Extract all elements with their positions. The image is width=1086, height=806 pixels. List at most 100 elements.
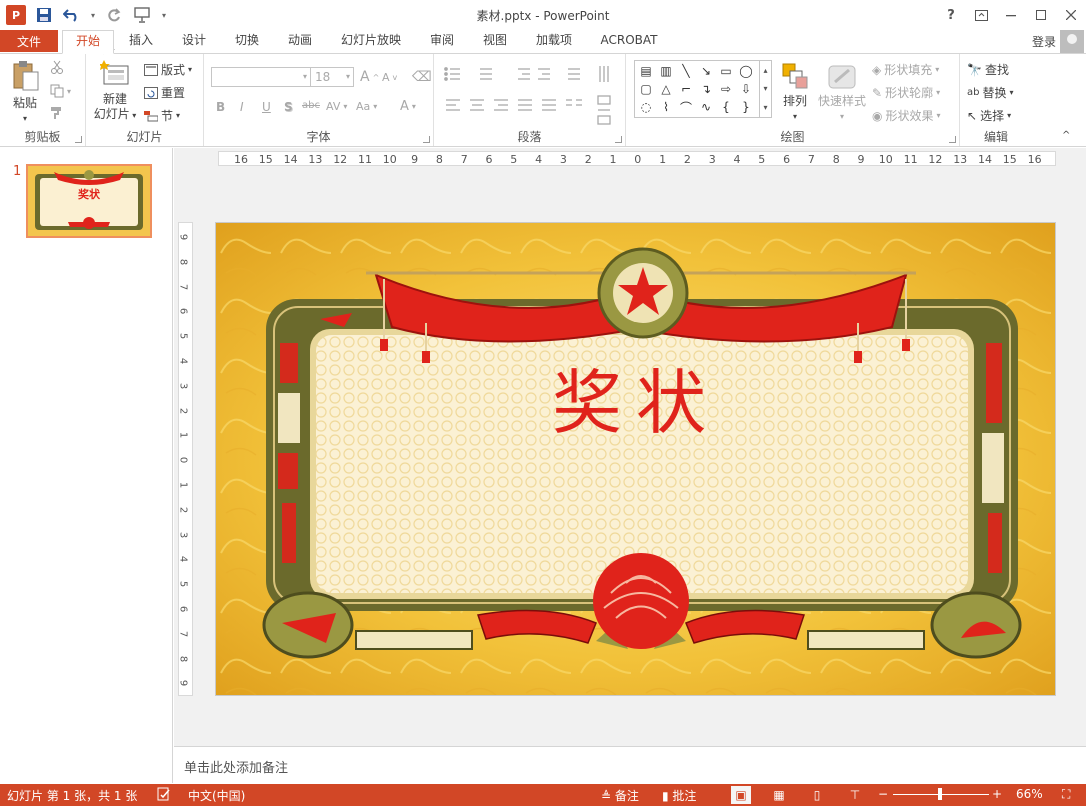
line-icon[interactable]: ╲ [676, 62, 696, 80]
notes-toggle[interactable]: ≜ 备注 [601, 787, 639, 804]
bold-button[interactable]: B [216, 100, 225, 114]
shape-outline-label: 形状轮廓 [885, 86, 934, 100]
fit-slide-icon[interactable]: ⛶ [1062, 787, 1070, 802]
shape-fill-button[interactable]: ◈ 形状填充 ▾ [872, 61, 939, 78]
reading-view-icon[interactable]: ▯ [807, 786, 827, 804]
layout-button[interactable]: 版式 ▾ [144, 61, 192, 78]
slide-title[interactable]: 奖状 [516, 363, 756, 443]
clipboard-launcher-icon[interactable] [75, 136, 82, 143]
tab-design[interactable]: 设计 [173, 30, 215, 52]
rectangle-icon[interactable]: ▭ [716, 62, 736, 80]
ruler-tick-label: 4 [178, 357, 189, 365]
grow-font-button[interactable]: A ^ [360, 69, 379, 85]
cut-icon[interactable] [50, 60, 64, 74]
spell-check-icon[interactable] [157, 787, 171, 804]
vertical-text-box-icon[interactable]: ▥ [656, 62, 676, 80]
tab-file[interactable]: 文件 [0, 30, 58, 52]
notes-placeholder[interactable]: 单击此处添加备注 [184, 757, 288, 776]
paragraph-launcher-icon[interactable] [615, 136, 622, 143]
quick-styles-button[interactable]: 快速样式 ▾ [816, 62, 868, 124]
font-color-button[interactable]: A ▾ [400, 99, 416, 114]
tab-insert[interactable]: 插入 [120, 30, 162, 52]
slide-thumbnail[interactable]: 奖状 [26, 164, 152, 238]
tab-animations[interactable]: 动画 [279, 30, 321, 52]
zoom-in-button[interactable]: + [992, 787, 1002, 801]
right-arrow-icon[interactable]: ⇨ [716, 80, 736, 98]
maximize-icon[interactable] [1026, 0, 1056, 30]
right-brace-icon[interactable]: } [736, 98, 756, 116]
quick-styles-icon [828, 65, 856, 89]
section-button[interactable]: 节 ▾ [144, 107, 180, 124]
freeform-icon[interactable]: ◌ [636, 98, 656, 116]
normal-view-icon[interactable]: ▣ [731, 786, 751, 804]
underline-button[interactable]: U [262, 100, 271, 114]
select-button[interactable]: ↖ 选择 ▾ [967, 107, 1011, 124]
zoom-slider-thumb[interactable] [938, 788, 942, 800]
oval-icon[interactable]: ◯ [736, 62, 756, 80]
reset-button[interactable]: 重置 [144, 84, 185, 101]
elbow-connector-icon[interactable]: ⌐ [676, 80, 696, 98]
tab-review[interactable]: 审阅 [421, 30, 463, 52]
wave-icon[interactable]: ∿ [696, 98, 716, 116]
slide-sorter-view-icon[interactable]: ▦ [769, 786, 789, 804]
zoom-level[interactable]: 66% [1016, 787, 1043, 801]
change-case-button[interactable]: Aa ▾ [356, 100, 377, 113]
font-launcher-icon[interactable] [423, 136, 430, 143]
paragraph-icons[interactable] [438, 62, 628, 132]
format-painter-icon[interactable] [50, 106, 64, 120]
new-slide-button[interactable]: 新建 幻灯片 ▾ [90, 60, 140, 123]
left-brace-icon[interactable]: { [716, 98, 736, 116]
tab-home[interactable]: 开始 [62, 30, 114, 54]
avatar[interactable] [1060, 30, 1084, 54]
find-button[interactable]: 🔭 查找 [967, 61, 1009, 78]
char-spacing-button[interactable]: AV ▾ [326, 100, 347, 113]
shape-effects-button[interactable]: ◉ 形状效果 ▾ [872, 107, 941, 124]
shapes-gallery[interactable]: ▤ ▥ ╲ ↘ ▭ ◯ ▢ △ ⌐ ↴ ⇨ ⇩ ◌ ⌇ ⌒ ∿{} [634, 60, 760, 118]
italic-button[interactable]: I [240, 100, 244, 114]
paste-button[interactable]: 粘贴 ▾ [6, 60, 44, 126]
tab-slideshow[interactable]: 幻灯片放映 [334, 30, 408, 52]
ribbon-display-options-icon[interactable] [966, 0, 996, 30]
slide-canvas[interactable]: 奖状 [215, 222, 1056, 696]
clear-format-icon[interactable]: ⌫ [412, 69, 432, 85]
horizontal-ruler[interactable]: 16 15 14 13 12 11 10 9 8 7 6 5 4 3 2 1 0 1 2 3 4 5 6 7 8 9 10 11 12 1… [218, 151, 1056, 166]
tab-acrobat[interactable]: ACROBAT [594, 30, 664, 52]
copy-icon[interactable]: ▾ [50, 84, 71, 98]
replace-button[interactable]: ab 替换 ▾ [967, 84, 1014, 101]
font-name-combo[interactable]: ▾ [211, 67, 311, 87]
ruler-tick-label: 13 [308, 153, 323, 166]
font-size-combo[interactable]: 18 ▾ [310, 67, 354, 87]
help-button[interactable]: ? [936, 0, 966, 30]
down-arrow-icon[interactable]: ⇩ [736, 80, 756, 98]
tab-addins[interactable]: 加载项 [527, 30, 581, 52]
tab-view[interactable]: 视图 [474, 30, 516, 52]
arrow-line-icon[interactable]: ↘ [696, 62, 716, 80]
language-indicator[interactable]: 中文(中国) [188, 787, 245, 804]
drawing-launcher-icon[interactable] [949, 136, 956, 143]
comments-toggle[interactable]: ▮ 批注 [662, 787, 696, 804]
scribble-icon[interactable]: ⌇ [656, 98, 676, 116]
curve-icon[interactable]: ⌒ [676, 98, 696, 116]
text-box-icon[interactable]: ▤ [636, 62, 656, 80]
notes-pane[interactable]: 单击此处添加备注 [174, 746, 1086, 784]
shape-outline-button[interactable]: ✎ 形状轮廓 ▾ [872, 84, 940, 101]
editing-group-label: 编辑 [983, 130, 1008, 144]
tab-transitions[interactable]: 切换 [226, 30, 268, 52]
slide-thumbnail-panel[interactable]: 1 奖状 [0, 148, 173, 783]
minimize-icon[interactable] [996, 0, 1026, 30]
shrink-font-button[interactable]: Av [382, 71, 397, 84]
close-icon[interactable] [1056, 0, 1086, 30]
collapse-ribbon-icon[interactable]: ^ [1062, 130, 1070, 141]
rounded-rect-icon[interactable]: ▢ [636, 80, 656, 98]
zoom-out-button[interactable]: − [878, 787, 888, 801]
shapes-gallery-scroll[interactable]: ▴ ▾ ▾ [760, 60, 772, 118]
login-link[interactable]: 登录 [1032, 33, 1056, 50]
strikethrough-button[interactable]: abc [302, 100, 320, 111]
ruler-tick-label: 3 [178, 531, 189, 538]
triangle-icon[interactable]: △ [656, 80, 676, 98]
elbow-arrow-icon[interactable]: ↴ [696, 80, 716, 98]
slideshow-view-icon[interactable]: ⊤ [845, 786, 865, 804]
vertical-ruler[interactable]: 9 8 7 6 5 4 3 2 1 0 1 2 3 4 5 6 7 8 9 [178, 222, 193, 696]
arrange-button[interactable]: 排列 ▾ [776, 62, 814, 124]
shadow-button[interactable]: S [284, 100, 293, 114]
